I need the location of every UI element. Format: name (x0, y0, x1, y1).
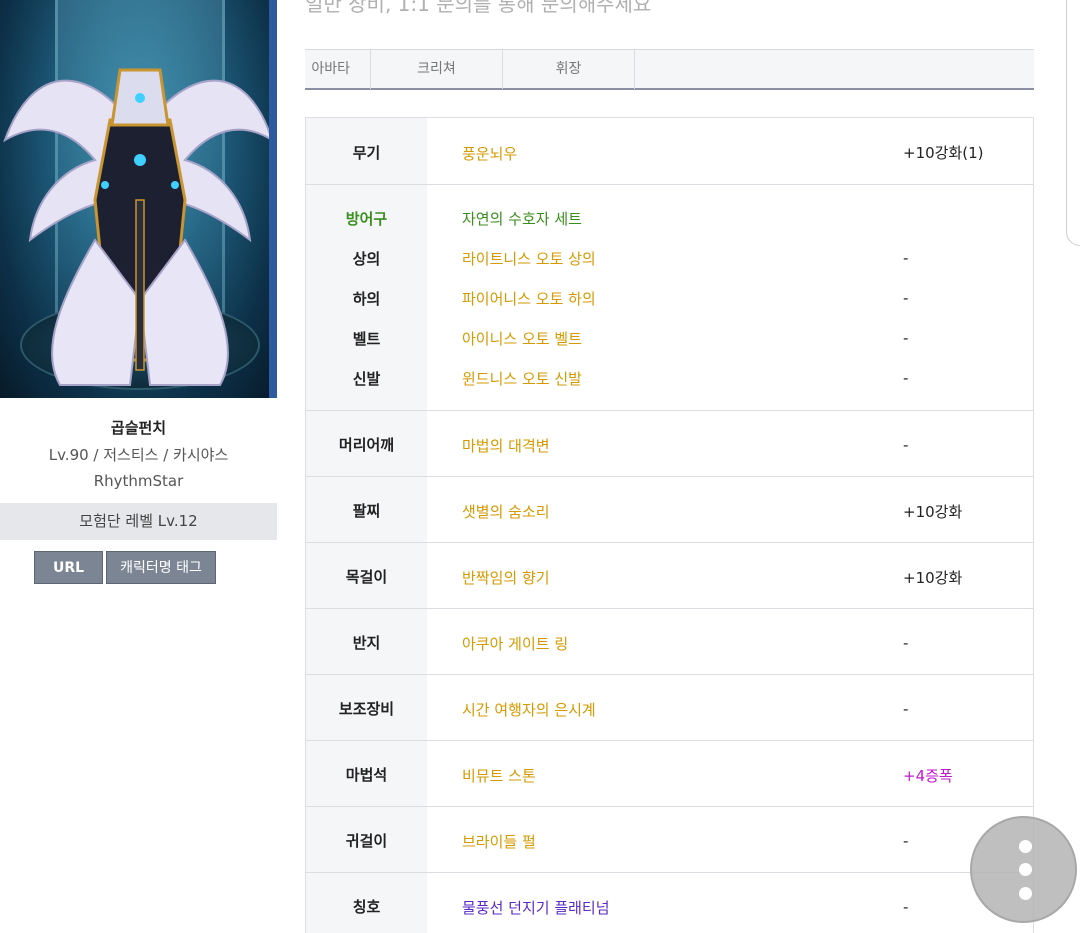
item-name[interactable]: 시간 여행자의 은시계 (462, 699, 596, 720)
adventure-level: 모험단 레벨 Lv.12 (0, 503, 277, 540)
slot-label: 목걸이 (345, 568, 388, 586)
enhancement-value: - (903, 249, 909, 267)
enhancement-value: - (903, 289, 909, 307)
table-row: 무기 풍운뇌우 +10강화(1) (306, 118, 1033, 185)
enhancement-value: +10강화(1) (903, 144, 984, 162)
enhancement-value: - (903, 369, 909, 387)
table-row: 반지 아쿠아 게이트 링 - (306, 609, 1033, 675)
slot-label: 칭호 (352, 898, 381, 916)
tab-avatar-label: 아바타 (311, 61, 350, 77)
slot-label: 마법석 (345, 766, 388, 784)
character-guild[interactable]: RhythmStar (0, 472, 277, 490)
tab-creature-label: 크리쳐 (417, 61, 456, 77)
equipment-tabs: 아바타 크리쳐 휘장 (305, 49, 1034, 90)
item-name[interactable]: 풍운뇌우 (462, 143, 517, 164)
character-name: 곱슬펀치 (110, 419, 167, 437)
slot-label: 머리어깨 (338, 436, 395, 454)
slot-label: 귀걸이 (345, 832, 388, 850)
portrait-border (269, 0, 277, 398)
item-name[interactable]: 아쿠아 게이트 링 (462, 633, 568, 654)
item-name[interactable]: 라이트니스 오토 상의 (462, 248, 596, 269)
item-name[interactable]: 윈드니스 오토 신발 (462, 368, 582, 389)
character-info: Lv.90 / 저스티스 / 카시야스 (48, 446, 229, 464)
table-row-armor: 방어구 자연의 수호자 세트 상의 라이트니스 오토 상의 - 하의 파이어니스… (306, 185, 1033, 411)
tab-creature[interactable]: 크리쳐 (371, 50, 503, 89)
tab-emblem[interactable]: 휘장 (503, 50, 635, 89)
enhancement-value: - (903, 436, 909, 454)
table-row: 목걸이 반짝임의 향기 +10강화 (306, 543, 1033, 609)
table-row: 팔찌 샛별의 숨소리 +10강화 (306, 477, 1033, 543)
enhancement-value: +10강화 (903, 569, 963, 587)
item-name[interactable]: 아이니스 오토 벨트 (462, 328, 582, 349)
character-tag-button[interactable]: 캐릭터명 태그 (106, 551, 216, 584)
side-panel-edge (1066, 0, 1080, 246)
table-row: 보조장비 시간 여행자의 은시계 - (306, 675, 1033, 741)
slot-label: 방어구 (345, 210, 388, 228)
table-row: 머리어깨 마법의 대격변 - (306, 411, 1033, 477)
amplification-value: +4증폭 (903, 767, 953, 785)
slot-label: 팔찌 (352, 502, 381, 520)
set-name[interactable]: 자연의 수호자 세트 (462, 208, 582, 229)
enhancement-value: - (903, 832, 909, 850)
item-name[interactable]: 마법의 대격변 (462, 435, 550, 456)
slot-label: 하의 (352, 290, 381, 308)
table-row: 칭호 물풍선 던지기 플래티넘 - (306, 873, 1033, 933)
table-row: 마법석 비뮤트 스톤 +4증폭 (306, 741, 1033, 807)
item-name[interactable]: 비뮤트 스톤 (462, 765, 536, 786)
slot-label: 상의 (352, 250, 381, 268)
item-name[interactable]: 파이어니스 오토 하의 (462, 288, 596, 309)
enhancement-value: - (903, 700, 909, 718)
slot-label: 신발 (352, 370, 381, 388)
slot-label: 벨트 (352, 330, 381, 348)
table-row: 귀걸이 브라이들 펄 - (306, 807, 1033, 873)
tab-avatar[interactable]: 아바타 (285, 50, 371, 89)
enhancement-value: +10강화 (903, 503, 963, 521)
slot-label: 반지 (352, 634, 381, 652)
floating-menu-button[interactable] (970, 816, 1077, 923)
item-name[interactable]: 물풍선 던지기 플래티넘 (462, 897, 610, 918)
enhancement-value: - (903, 898, 909, 916)
enhancement-value: - (903, 329, 909, 347)
enhancement-value: - (903, 634, 909, 652)
page-heading: 일반 장비, 1:1 문의를 통해 문의해주세요 (305, 0, 652, 16)
tab-emblem-label: 휘장 (555, 61, 582, 77)
character-figure (3, 68, 274, 386)
item-name[interactable]: 브라이들 펄 (462, 831, 536, 852)
item-name[interactable]: 샛별의 숨소리 (462, 501, 550, 522)
slot-label: 보조장비 (338, 700, 395, 718)
slot-label: 무기 (352, 144, 381, 162)
item-name[interactable]: 반짝임의 향기 (462, 567, 550, 588)
character-portrait (0, 0, 277, 398)
equipment-table: 무기 풍운뇌우 +10강화(1) 방어구 자연의 수호자 세트 상의 라이트니스… (305, 117, 1034, 933)
url-button[interactable]: URL (34, 551, 103, 584)
